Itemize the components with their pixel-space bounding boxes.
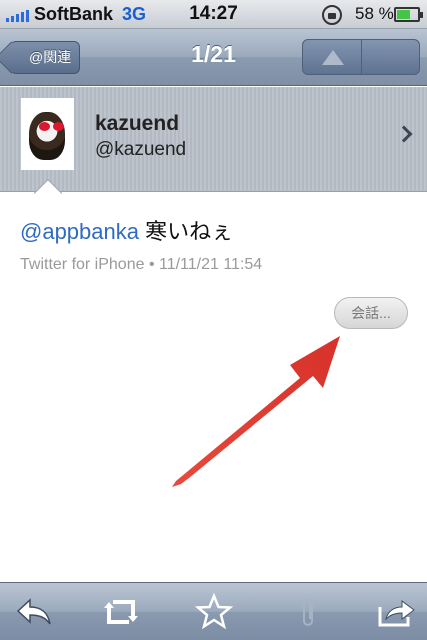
tweet-meta: Twitter for iPhone • 11/11/21 11:54 [20, 256, 263, 273]
share-icon[interactable] [376, 593, 416, 631]
next-button[interactable] [362, 40, 419, 74]
previous-button[interactable] [303, 40, 361, 74]
navigation-bar: @関連 1/21 [0, 29, 427, 86]
favorite-star-icon[interactable] [194, 592, 234, 631]
rotation-lock-icon [322, 5, 342, 25]
screen: SoftBank 3G 14:27 58 % @関連 1/21 kazuend … [0, 0, 427, 640]
avatar[interactable] [21, 98, 74, 170]
up-arrow-icon [322, 50, 344, 65]
tweet-text: @appbanka 寒いねぇ [20, 214, 233, 246]
dog-photo [29, 112, 65, 160]
bottom-toolbar [0, 582, 427, 640]
user-profile-row[interactable] [0, 87, 427, 192]
user-name: kazuend [95, 112, 180, 135]
retweet-icon[interactable] [101, 593, 141, 631]
attachment-clip-icon[interactable] [288, 593, 328, 631]
conversation-button[interactable]: 会話... [334, 297, 408, 329]
status-bar: SoftBank 3G 14:27 58 % [0, 0, 427, 29]
tweet-body: 寒いねぇ [138, 219, 234, 244]
battery-icon [394, 7, 423, 22]
battery-percent: 58 % [355, 4, 394, 23]
mention-link[interactable]: @appbanka [20, 219, 139, 244]
reply-icon[interactable] [14, 593, 54, 631]
sunglasses [39, 122, 65, 132]
prev-next-segmented-control [302, 39, 420, 75]
user-handle: @kazuend [95, 139, 187, 160]
